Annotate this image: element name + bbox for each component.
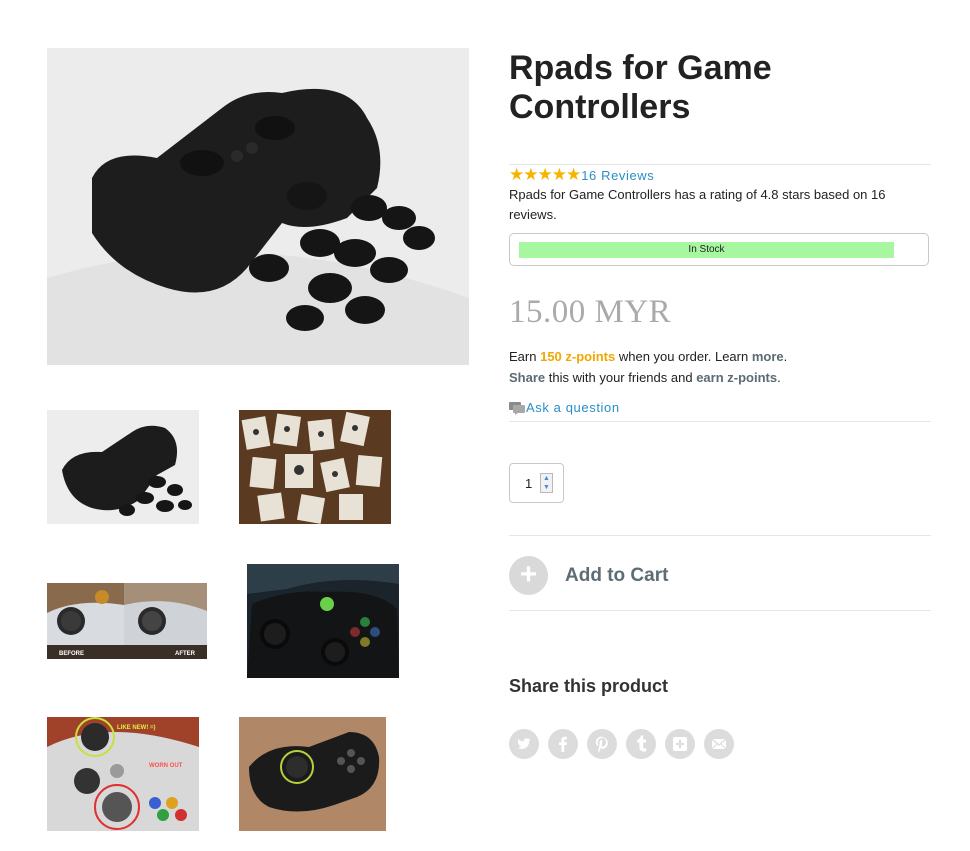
share-period: .	[777, 370, 781, 385]
tumblr-icon[interactable]	[626, 729, 656, 759]
pinterest-icon[interactable]	[587, 729, 617, 759]
points-amount: 150 z-points	[540, 349, 616, 364]
product-price: 15.00 MYR	[509, 294, 672, 330]
twitter-icon[interactable]	[509, 729, 539, 759]
ask-question-link[interactable]: Ask a question	[526, 400, 620, 415]
chat-bubble-icon	[509, 401, 525, 415]
facebook-icon[interactable]	[548, 729, 578, 759]
like-new-label: LIKE NEW! =)	[117, 725, 156, 731]
divider	[509, 610, 931, 611]
thumbnail-image-3[interactable]: BEFORE AFTER	[47, 583, 207, 659]
earn-suffix: when you order. Learn	[618, 349, 749, 364]
thumbnail-image-4[interactable]	[247, 564, 399, 678]
add-to-cart-label: Add to Cart	[565, 564, 669, 586]
add-to-cart-button[interactable]: + Add to Cart	[509, 556, 668, 595]
thumbnail-image-6[interactable]	[239, 717, 386, 831]
google-plus-icon[interactable]	[665, 729, 695, 759]
email-icon[interactable]	[704, 729, 734, 759]
thumbnail-image-5[interactable]: LIKE NEW! =) WORN OUT	[47, 717, 199, 831]
share-middle-text: this with your friends and	[548, 370, 693, 385]
share-section-title: Share this product	[509, 676, 669, 696]
before-label: BEFORE	[59, 651, 84, 657]
quantity-value[interactable]: 1	[525, 476, 532, 491]
product-title: Rpads for Game Controllers	[509, 49, 772, 126]
thumbnail-image-1[interactable]	[47, 410, 199, 524]
divider	[509, 535, 931, 536]
earn-period: .	[783, 349, 788, 364]
quantity-stepper[interactable]: 1 ▲ ▼	[509, 463, 564, 503]
divider	[509, 421, 931, 422]
earn-z-points-link[interactable]: earn z-points	[696, 370, 777, 385]
rating-row: ★★★★★ 16 Reviews	[509, 166, 654, 184]
worn-out-label: WORN OUT	[149, 763, 183, 769]
earn-prefix: Earn	[509, 349, 537, 364]
thumbnail-image-2[interactable]	[239, 410, 391, 524]
after-label: AFTER	[175, 651, 196, 657]
rating-summary: Rpads for Game Controllers has a rating …	[509, 187, 886, 222]
increment-icon[interactable]: ▲	[541, 474, 552, 483]
ask-question-row[interactable]: Ask a question	[509, 400, 620, 415]
main-product-image[interactable]	[47, 48, 469, 365]
stock-status: In Stock	[519, 242, 894, 258]
plus-icon: +	[509, 556, 548, 595]
quantity-spinner[interactable]: ▲ ▼	[540, 473, 553, 493]
points-info: Earn 150 z-points when you order. Learn …	[509, 346, 787, 388]
rating-stars: ★★★★★	[509, 165, 581, 184]
reviews-link[interactable]: 16 Reviews	[581, 168, 654, 183]
learn-more-link[interactable]: more	[752, 349, 784, 364]
stock-indicator: In Stock	[509, 233, 929, 266]
share-link[interactable]: Share	[509, 370, 545, 385]
decrement-icon[interactable]: ▼	[541, 483, 552, 492]
